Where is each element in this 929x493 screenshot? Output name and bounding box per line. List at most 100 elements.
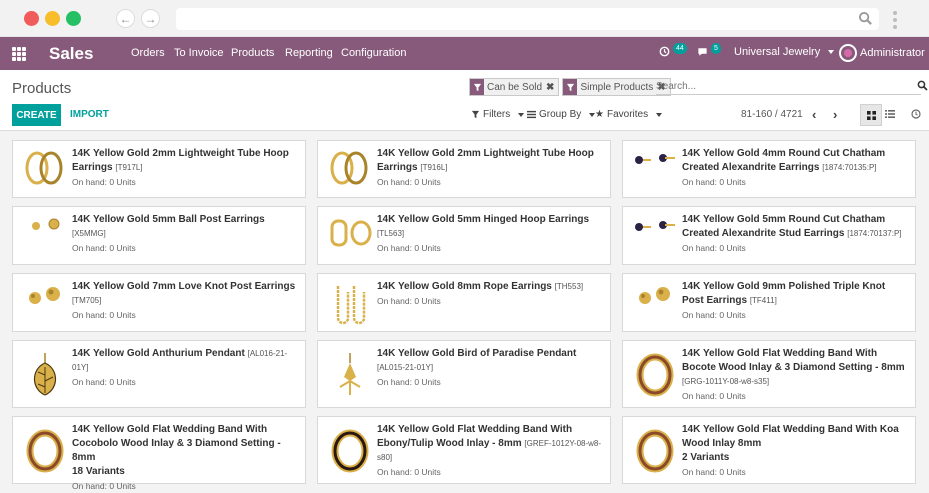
main-navbar: Sales Orders To Invoice Products Reporti… [0, 37, 929, 70]
product-name: 14K Yellow Gold 7mm Love Knot Post Earri… [72, 280, 299, 308]
search-icon[interactable] [858, 11, 873, 26]
product-card[interactable]: 14K Yellow Gold 2mm Lightweight Tube Hoo… [12, 140, 306, 198]
product-name: 14K Yellow Gold 5mm Ball Post Earrings [… [72, 213, 299, 241]
import-button[interactable]: IMPORT [70, 109, 109, 120]
product-card[interactable]: 14K Yellow Gold Anthurium Pendant [AL016… [12, 340, 306, 408]
product-title: 14K Yellow Gold 9mm Polished Triple Knot… [682, 281, 886, 306]
address-bar[interactable] [176, 8, 879, 30]
close-window-button[interactable] [24, 11, 39, 26]
product-card[interactable]: 14K Yellow Gold 5mm Round Cut Chatham Cr… [622, 206, 916, 265]
groupby-dropdown[interactable]: Group By [527, 109, 596, 120]
activity-menu[interactable]: 44 [659, 43, 687, 57]
activity-view-icon[interactable] [911, 109, 921, 119]
minimize-window-button[interactable] [45, 11, 60, 26]
product-card[interactable]: 14K Yellow Gold Flat Wedding Band With E… [317, 416, 611, 484]
pager-value[interactable]: 81-160 / 4721 [741, 109, 803, 120]
product-code: [TL563] [377, 229, 405, 238]
company-switcher[interactable]: Universal Jewelry [734, 46, 835, 58]
product-on-hand: On hand: 0 Units [72, 481, 136, 491]
filters-dropdown[interactable]: Filters [471, 109, 525, 120]
search-icon[interactable] [917, 80, 928, 91]
product-image [326, 215, 374, 251]
menu-products[interactable]: Products [231, 47, 274, 59]
chevron-left-icon[interactable]: ‹ [812, 107, 816, 122]
product-card[interactable]: 14K Yellow Gold 4mm Round Cut Chatham Cr… [622, 140, 916, 198]
clock-icon [659, 46, 670, 57]
back-icon[interactable]: ← [116, 9, 135, 28]
product-card[interactable]: 14K Yellow Gold Flat Wedding Band With C… [12, 416, 306, 491]
menu-reporting[interactable]: Reporting [285, 47, 333, 59]
product-card[interactable]: 14K Yellow Gold Flat Wedding Band With K… [622, 416, 916, 484]
product-title: 14K Yellow Gold Flat Wedding Band With B… [682, 348, 905, 373]
menu-orders[interactable]: Orders [131, 47, 165, 59]
product-name: 14K Yellow Gold Flat Wedding Band With K… [682, 423, 909, 451]
product-on-hand: On hand: 0 Units [377, 243, 441, 253]
kanban-view-button[interactable] [860, 104, 882, 126]
product-on-hand: On hand: 0 Units [377, 467, 441, 477]
apps-menu-icon[interactable] [12, 47, 26, 61]
forward-icon[interactable]: → [141, 9, 160, 28]
product-name: 14K Yellow Gold 8mm Rope Earrings [TH553… [377, 280, 604, 294]
product-name: 14K Yellow Gold 5mm Hinged Hoop Earrings… [377, 213, 604, 241]
product-name: 14K Yellow Gold 2mm Lightweight Tube Hoo… [377, 147, 604, 175]
product-info: 14K Yellow Gold Flat Wedding Band With E… [377, 423, 604, 479]
product-title: 14K Yellow Gold 5mm Ball Post Earrings [72, 214, 265, 225]
product-on-hand: On hand: 0 Units [72, 310, 136, 320]
product-title: 14K Yellow Gold 2mm Lightweight Tube Hoo… [377, 148, 594, 173]
user-menu[interactable]: Administrator [839, 44, 925, 62]
product-on-hand: On hand: 0 Units [682, 310, 746, 320]
favorites-dropdown[interactable]: ★ Favorites [595, 109, 663, 120]
product-on-hand: On hand: 0 Units [377, 377, 441, 387]
product-card[interactable]: 14K Yellow Gold 8mm Rope Earrings [TH553… [317, 273, 611, 332]
product-on-hand: On hand: 0 Units [72, 377, 136, 387]
product-code: [T917L] [115, 163, 143, 172]
facet-label: Simple Products [580, 81, 654, 93]
product-on-hand: On hand: 0 Units [682, 243, 746, 253]
control-panel: Products Can be Sold ✖ Simple Products ✖… [0, 70, 929, 131]
message-count-badge: 5 [711, 43, 721, 54]
filters-label: Filters [483, 109, 511, 120]
product-info: 14K Yellow Gold Bird of Paradise Pendant… [377, 347, 604, 389]
grid-icon [866, 110, 876, 120]
product-card[interactable]: 14K Yellow Gold Flat Wedding Band With B… [622, 340, 916, 408]
product-card[interactable]: 14K Yellow Gold Bird of Paradise Pendant… [317, 340, 611, 408]
menu-to-invoice[interactable]: To Invoice [174, 47, 224, 59]
messaging-menu[interactable]: 5 [697, 43, 721, 57]
product-image [21, 282, 69, 310]
product-title: 14K Yellow Gold Anthurium Pendant [72, 348, 245, 359]
product-image [631, 215, 679, 239]
list-view-icon[interactable] [885, 109, 895, 119]
product-info: 14K Yellow Gold Flat Wedding Band With B… [682, 347, 909, 403]
menu-configuration[interactable]: Configuration [341, 47, 406, 59]
product-name: 14K Yellow Gold 9mm Polished Triple Knot… [682, 280, 909, 308]
product-info: 14K Yellow Gold 9mm Polished Triple Knot… [682, 280, 909, 322]
product-card[interactable]: 14K Yellow Gold 5mm Hinged Hoop Earrings… [317, 206, 611, 265]
activity-count-badge: 44 [673, 43, 687, 54]
company-name: Universal Jewelry [734, 46, 821, 58]
facet-label: Can be Sold [487, 81, 543, 93]
product-image [21, 215, 69, 235]
product-image [326, 282, 374, 326]
close-icon[interactable]: ✖ [546, 82, 554, 93]
product-card[interactable]: 14K Yellow Gold 5mm Ball Post Earrings [… [12, 206, 306, 265]
product-card[interactable]: 14K Yellow Gold 2mm Lightweight Tube Hoo… [317, 140, 611, 198]
product-variants: 18 Variants [72, 466, 125, 477]
product-image [631, 353, 679, 397]
product-code: [TH553] [554, 282, 584, 291]
product-image [631, 282, 679, 310]
avatar [839, 44, 857, 62]
maximize-window-button[interactable] [66, 11, 81, 26]
browser-menu-icon[interactable] [893, 11, 897, 32]
product-info: 14K Yellow Gold 7mm Love Knot Post Earri… [72, 280, 299, 322]
facet-simple-products[interactable]: Simple Products ✖ [562, 78, 671, 96]
product-card[interactable]: 14K Yellow Gold 7mm Love Knot Post Earri… [12, 273, 306, 332]
product-title: 14K Yellow Gold 8mm Rope Earrings [377, 281, 552, 292]
product-card[interactable]: 14K Yellow Gold 9mm Polished Triple Knot… [622, 273, 916, 332]
search-input[interactable] [656, 79, 921, 95]
product-image [631, 429, 679, 473]
facet-can-be-sold[interactable]: Can be Sold ✖ [469, 78, 560, 96]
search-facets: Can be Sold ✖ Simple Products ✖ [469, 78, 671, 96]
chevron-right-icon[interactable]: › [833, 107, 837, 122]
filter-icon [563, 79, 578, 95]
create-button[interactable]: CREATE [12, 104, 61, 126]
